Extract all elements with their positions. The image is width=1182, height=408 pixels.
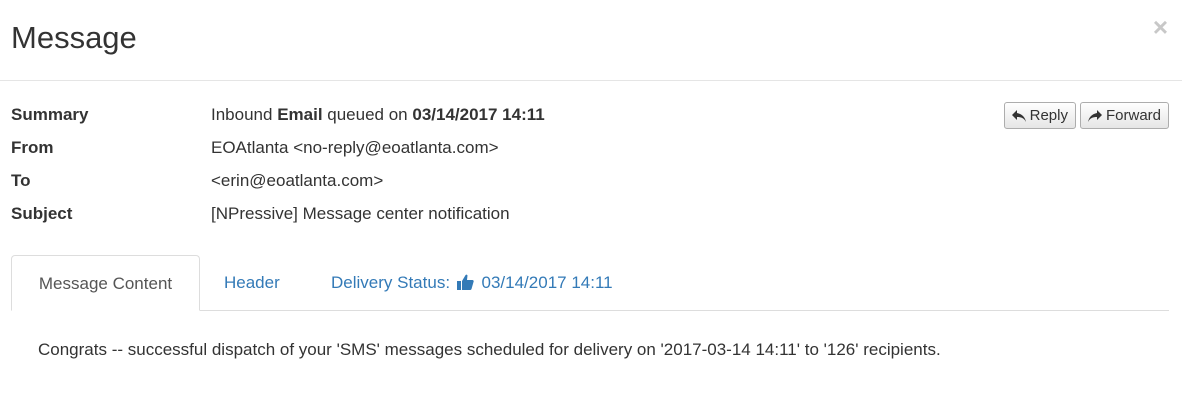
summary-label: Summary — [11, 105, 89, 124]
modal-title: Message — [11, 20, 137, 55]
subject-value: [NPressive] Message center notification — [211, 204, 510, 223]
from-value: EOAtlanta <no-reply@eoatlanta.com> — [211, 138, 499, 157]
subject-label: Subject — [11, 204, 73, 223]
message-tabs: Message Content Header Delivery Status: … — [11, 255, 1169, 311]
to-row: To <erin@eoatlanta.com> — [11, 164, 1169, 197]
reply-button[interactable]: Reply — [1003, 102, 1076, 129]
summary-datetime: 03/14/2017 14:11 — [412, 105, 545, 124]
reply-label: Reply — [1029, 107, 1068, 124]
modal-header: Message × — [0, 0, 1182, 81]
summary-row: Summary Inbound Email queued on 03/14/20… — [11, 98, 1169, 131]
message-body: Congrats -- successful dispatch of your … — [38, 340, 941, 359]
close-icon[interactable]: × — [1153, 14, 1168, 40]
summary-middle: queued on — [322, 105, 413, 124]
from-row: From EOAtlanta <no-reply@eoatlanta.com> — [11, 131, 1169, 164]
message-actions: Reply Forward — [1003, 102, 1169, 129]
thumbs-up-icon — [456, 274, 474, 290]
message-details: Summary Inbound Email queued on 03/14/20… — [11, 98, 1169, 230]
to-label: To — [11, 171, 31, 190]
delivery-status-label: Delivery Status: — [331, 273, 451, 292]
tab-header[interactable]: Header — [224, 255, 280, 311]
forward-label: Forward — [1105, 107, 1161, 124]
from-label: From — [11, 138, 54, 157]
message-modal: Message × Summary Inbound Email queued o… — [0, 0, 1182, 408]
forward-icon — [1087, 109, 1102, 122]
subject-row: Subject [NPressive] Message center notif… — [11, 197, 1169, 230]
tab-message-content[interactable]: Message Content — [11, 255, 200, 311]
to-value: <erin@eoatlanta.com> — [211, 171, 384, 190]
delivery-status-datetime: 03/14/2017 14:11 — [481, 273, 613, 292]
tab-delivery-status[interactable]: Delivery Status: 03/14/2017 14:11 — [331, 255, 613, 311]
summary-channel: Email — [277, 105, 323, 124]
summary-prefix: Inbound — [211, 105, 278, 124]
forward-button[interactable]: Forward — [1079, 102, 1169, 129]
summary-value: Inbound Email queued on 03/14/2017 14:11 — [211, 98, 545, 131]
reply-icon — [1011, 109, 1026, 122]
